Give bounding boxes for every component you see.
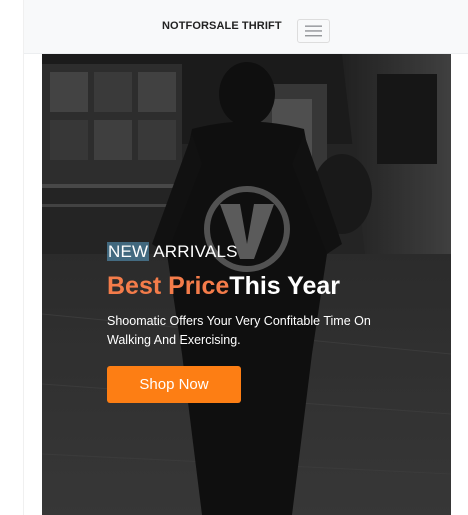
hero-eyebrow: NEW ARRIVALS — [107, 242, 407, 262]
navbar-toggle-button[interactable] — [297, 19, 330, 43]
eyebrow-text: ARRIVALS — [149, 242, 238, 261]
shop-now-button[interactable]: Shop Now — [107, 366, 241, 403]
hero-banner: NEW ARRIVALS Best PriceThis Year Shoomat… — [42, 54, 451, 515]
hero-content: NEW ARRIVALS Best PriceThis Year Shoomat… — [107, 242, 407, 403]
left-gutter — [0, 0, 24, 515]
headline-text: This Year — [229, 272, 341, 300]
eyebrow-highlight: NEW — [107, 242, 150, 261]
hero-headline: Best PriceThis Year — [107, 271, 407, 301]
page: NOTFORSALE THRIFT NEW ARRIVALS Best Pric… — [0, 0, 468, 515]
brand-logo[interactable]: NOTFORSALE THRIFT — [162, 20, 282, 32]
navbar: NOTFORSALE THRIFT — [24, 0, 468, 54]
headline-accent: Best Price — [107, 272, 230, 300]
hamburger-icon — [305, 25, 322, 37]
hero-description: Shoomatic Offers Your Very Confitable Ti… — [107, 314, 371, 347]
